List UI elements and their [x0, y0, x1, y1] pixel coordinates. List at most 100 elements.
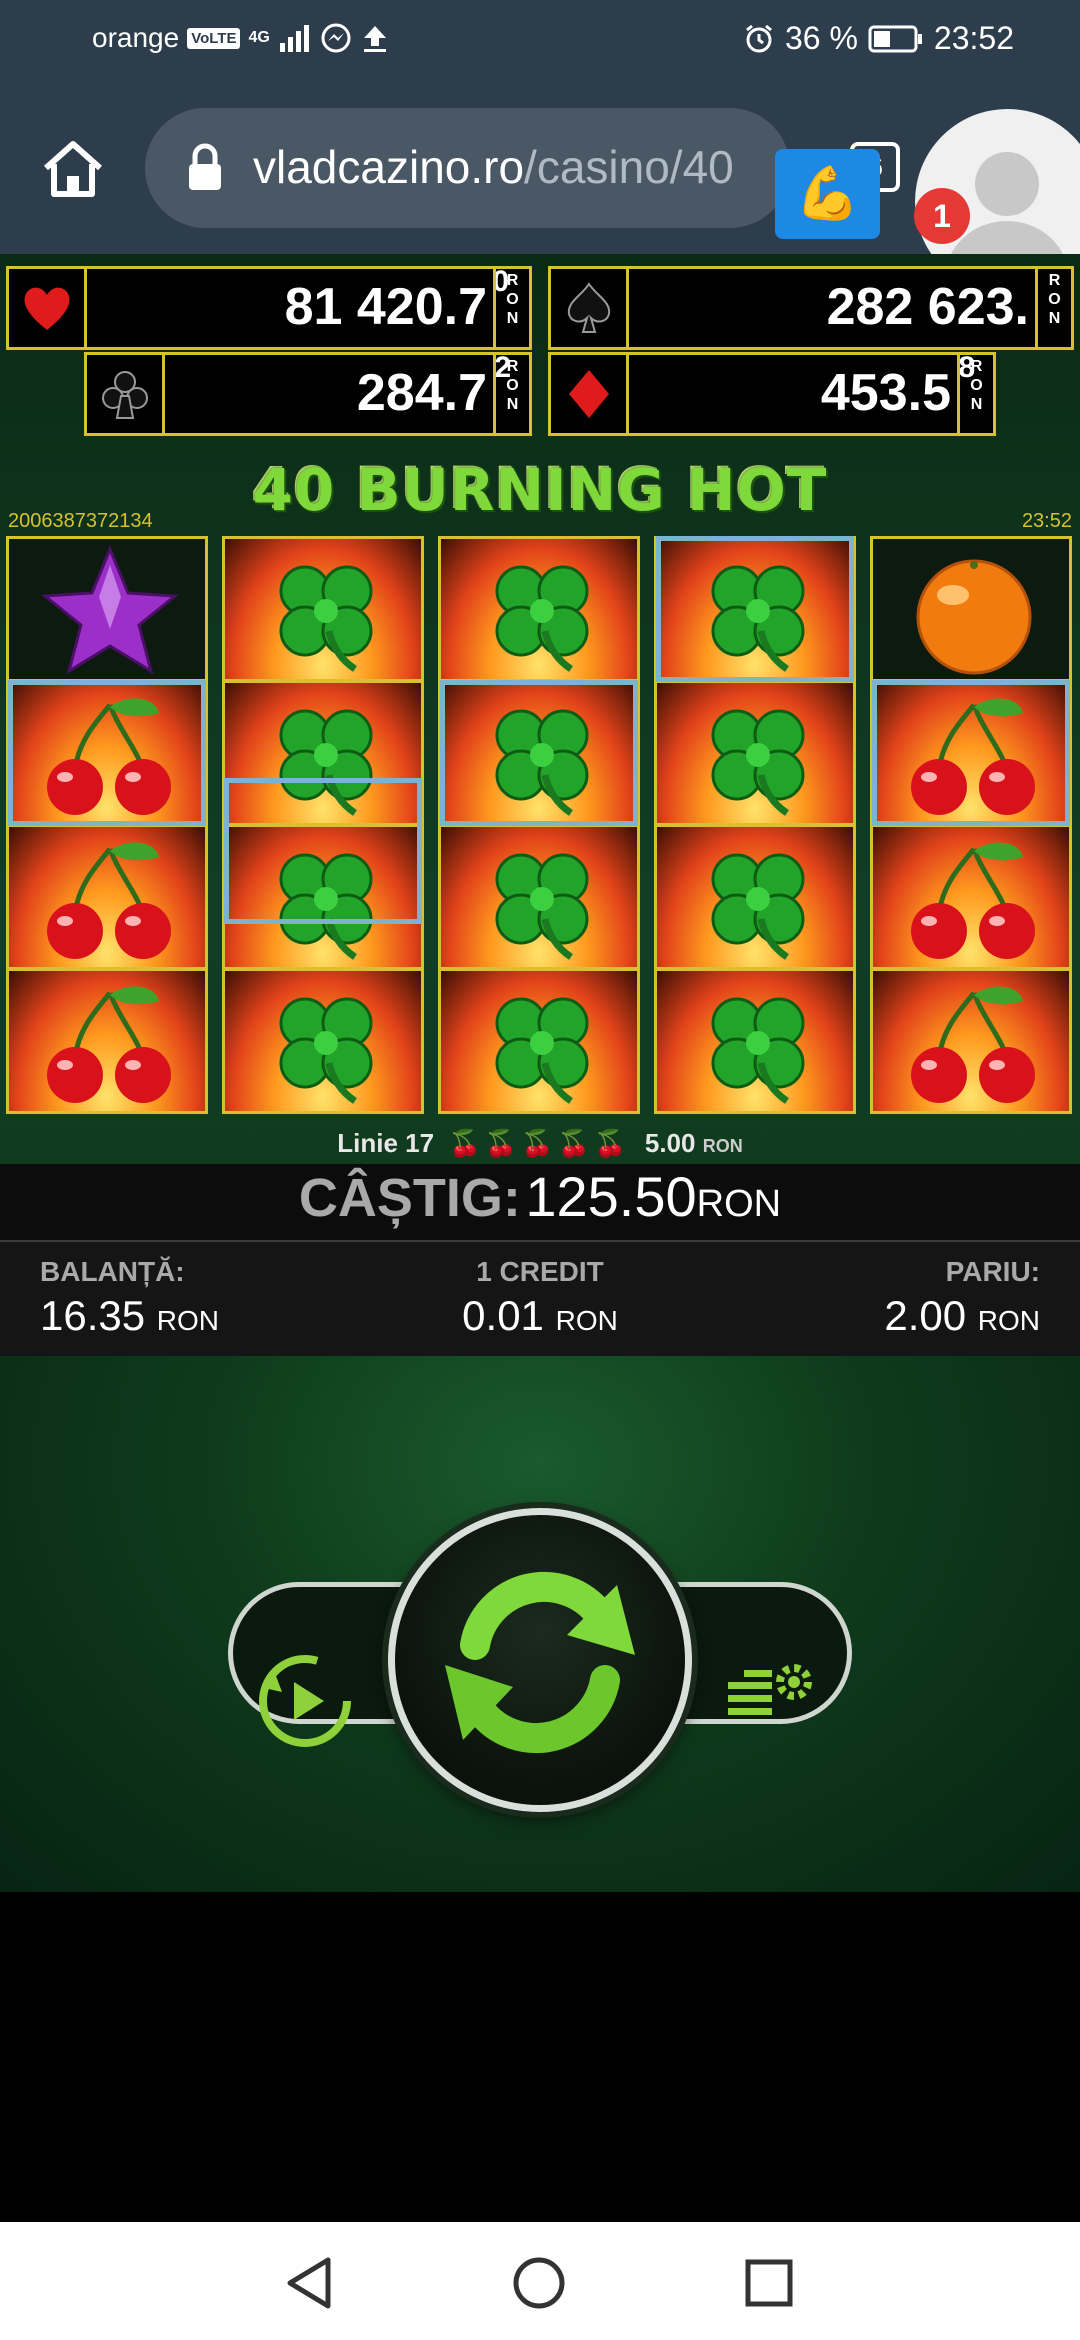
volte-icon: VoLTE: [187, 27, 241, 49]
jackpot-amount: 284.7: [356, 364, 487, 422]
jackpot-amount: 453.5: [820, 364, 951, 422]
reel-symbol-orange: [870, 536, 1072, 682]
jackpot-clubs: 284.7 2 RON: [84, 351, 532, 436]
heart-icon: [24, 287, 69, 330]
reel-symbol-clover: [222, 968, 424, 1114]
clover-icon: [711, 997, 805, 1104]
cherry-icon: [911, 698, 1035, 815]
url-path: /casino/40: [524, 141, 734, 193]
back-icon[interactable]: [284, 2256, 334, 2310]
android-navigation-bar: [0, 2222, 1080, 2340]
bet-settings-icon[interactable]: [724, 1648, 824, 1748]
jackpot-currency: RON: [957, 355, 993, 433]
club-icon: [101, 371, 148, 419]
status-left: orange VoLTE 4G: [92, 22, 390, 54]
messenger-icon: [321, 23, 351, 53]
reel-symbol-cherry: [870, 680, 1072, 826]
win-currency: RON: [696, 1183, 782, 1225]
line-label: Linie 17: [337, 1128, 435, 1158]
credit-currency: RON: [555, 1305, 618, 1336]
suit-cell: [551, 269, 629, 347]
cherry-icon: [47, 986, 171, 1103]
bet-label: PARIU:: [945, 1256, 1040, 1287]
reel-symbol-cherry: [6, 824, 208, 970]
home-circle-icon[interactable]: [512, 2256, 566, 2310]
spin-button[interactable]: [388, 1508, 692, 1812]
clover-icon: [711, 709, 805, 816]
autoplay-icon[interactable]: [250, 1646, 360, 1756]
cherry-icon: [47, 698, 171, 815]
battery-percent: 36 %: [784, 20, 858, 56]
url-domain: vladcazino.ro: [253, 141, 525, 193]
clover-icon: [495, 853, 589, 960]
spin-icon: [445, 1572, 635, 1753]
suit-cell: [551, 355, 629, 433]
clover-icon: [495, 997, 589, 1104]
win-value: 125.50: [525, 1165, 697, 1228]
info-bar: BALANȚĂ: 16.35 RON 1 CREDIT 0.01 RON PAR…: [0, 1240, 1080, 1356]
reel-symbol-star: [6, 536, 208, 682]
slot-game: 81 420.7 0 RON 282 623. RON 284.7 2 RON: [0, 254, 1080, 1892]
flexed-biceps-icon[interactable]: 💪: [775, 149, 880, 239]
recents-icon[interactable]: [744, 2258, 794, 2308]
reel-symbol-cherry: [870, 824, 1072, 970]
suit-cell: [9, 269, 87, 347]
clover-icon: [279, 853, 373, 960]
spade-icon: [567, 282, 610, 333]
reel-symbol-clover: [654, 536, 856, 682]
reel-symbol-cherry: [6, 968, 208, 1114]
jackpot-currency: RON: [493, 269, 529, 347]
clover-icon: [279, 997, 373, 1104]
status-bar: orange VoLTE 4G 36 % 23:52: [0, 0, 1080, 84]
game-clock: 23:52: [1021, 510, 1072, 532]
browser-toolbar: vladcazino.ro/casino/40 6 💪 1: [0, 84, 1080, 294]
upload-icon: [363, 26, 386, 52]
notification-badge: 1: [914, 188, 970, 244]
cherry-icon: [47, 842, 171, 959]
bet-currency: RON: [977, 1305, 1040, 1336]
spin-controls: [0, 1356, 1080, 1892]
reel-symbol-clover: [222, 680, 424, 826]
suit-cell: [87, 355, 165, 433]
lock-icon: [189, 143, 221, 190]
jackpot-currency: RON: [493, 355, 529, 433]
reel-symbol-cherry: [870, 968, 1072, 1114]
star-icon: [41, 545, 179, 675]
reel-symbol-clover: [654, 968, 856, 1114]
clover-icon: [495, 565, 589, 672]
clover-icon: [711, 853, 805, 960]
cherry-icon: [911, 986, 1035, 1103]
clover-icon: [279, 565, 373, 672]
jackpot-spades: 282 623. RON: [548, 266, 1074, 350]
alarm-icon: [746, 24, 772, 52]
win-display: CÂȘTIG: 125.50RON: [0, 1164, 1080, 1240]
clover-icon: [495, 709, 589, 816]
clover-icon: [279, 709, 373, 816]
reel-symbol-clover: [438, 680, 640, 826]
reel-symbol-clover: [654, 824, 856, 970]
game-title: 40 BURNING HOT: [252, 456, 828, 524]
reel-symbol-clover: [438, 536, 640, 682]
clover-icon: [711, 565, 805, 672]
carrier-name: orange: [92, 22, 180, 53]
status-right: 36 % 23:52: [743, 20, 1014, 57]
home-icon[interactable]: [40, 136, 106, 202]
signal-icon: [279, 25, 309, 52]
reel-symbol-clover: [654, 680, 856, 826]
clock: 23:52: [933, 20, 1014, 56]
url-text[interactable]: vladcazino.ro/casino/40: [253, 140, 734, 194]
winning-line-info: Linie 17 🍒🍒🍒🍒🍒 5.00 RON: [0, 1128, 1080, 1159]
line-currency: RON: [702, 1136, 743, 1156]
address-bar[interactable]: vladcazino.ro/casino/40: [145, 108, 790, 228]
reel-symbol-clover: [222, 536, 424, 682]
cherry-icon: [911, 842, 1035, 959]
jackpot-currency: RON: [1035, 269, 1071, 347]
jackpot-diamonds: 453.5 8 RON: [548, 351, 996, 436]
bet-value: 2.00: [884, 1292, 967, 1339]
line-symbols: 🍒🍒🍒🍒🍒: [448, 1128, 631, 1158]
bet-panel[interactable]: PARIU: 2.00 RON: [884, 1256, 1040, 1340]
diamond-icon: [568, 370, 609, 418]
game-round-id: 2006387372134: [8, 510, 153, 532]
jackpot-hearts: 81 420.7 0 RON: [6, 265, 532, 350]
jackpot-amount: 81 420.7: [284, 278, 487, 336]
